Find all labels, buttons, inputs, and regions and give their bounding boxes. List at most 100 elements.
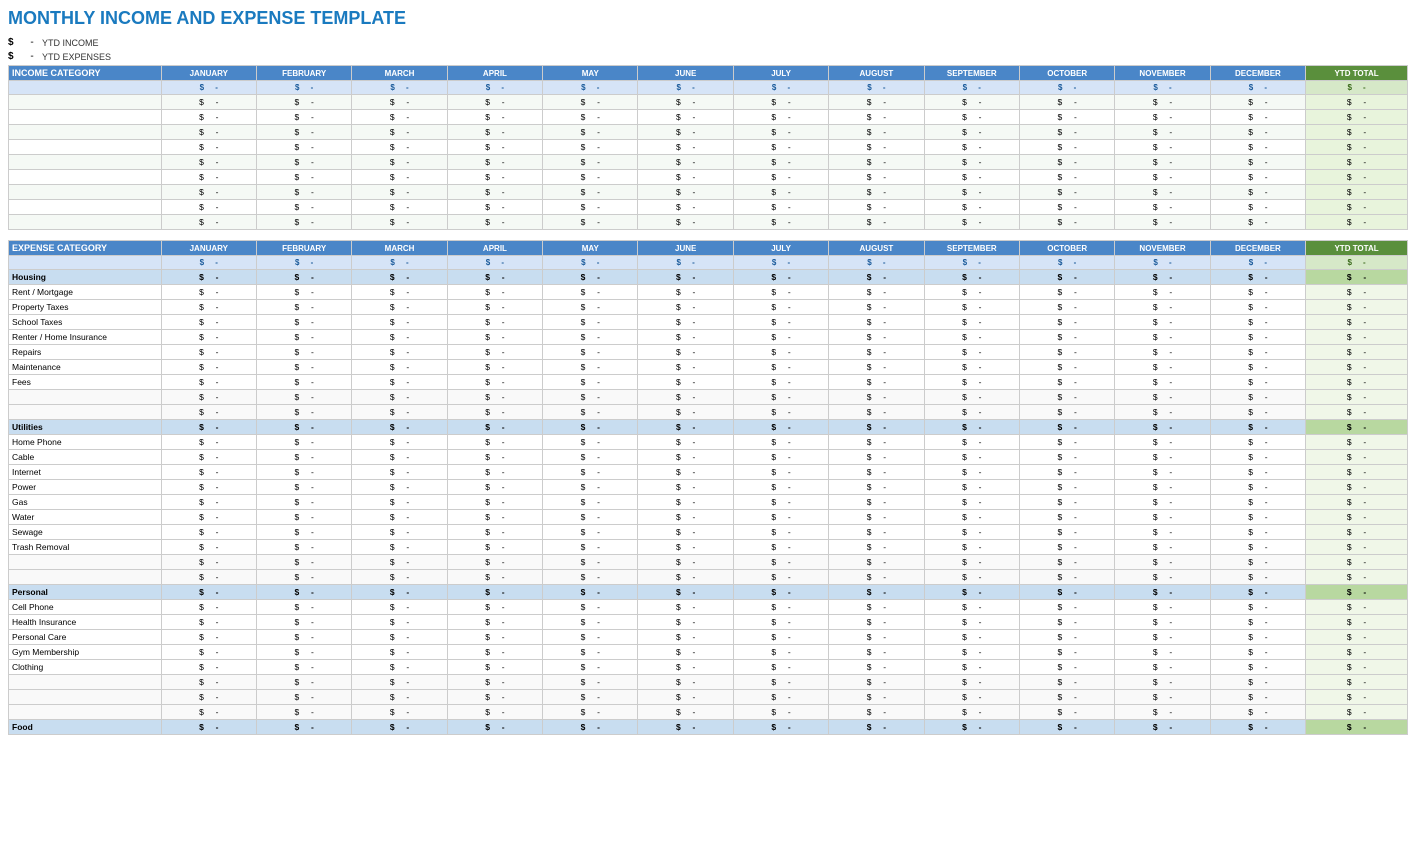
- income-cell-1-4[interactable]: $ -: [543, 110, 638, 125]
- expense-cell-5-11[interactable]: $ -: [1210, 360, 1305, 375]
- expense-cell-6-3[interactable]: $ -: [447, 375, 542, 390]
- expense-cell-22-10[interactable]: $ -: [1115, 645, 1210, 660]
- expense-cell-11-8[interactable]: $ -: [924, 465, 1019, 480]
- expense-cell-26-8[interactable]: $ -: [924, 705, 1019, 720]
- income-cell-7-11[interactable]: $ -: [1210, 200, 1305, 215]
- expense-label-20[interactable]: Health Insurance: [9, 615, 162, 630]
- income-cell-2-1[interactable]: $ -: [256, 125, 351, 140]
- expense-label-9[interactable]: Home Phone: [9, 435, 162, 450]
- expense-cell-25-5[interactable]: $ -: [638, 690, 733, 705]
- expense-cell-21-0[interactable]: $ -: [161, 630, 256, 645]
- expense-cell-15-2[interactable]: $ -: [352, 525, 447, 540]
- expense-cell-3-5[interactable]: $ -: [638, 330, 733, 345]
- income-cell-3-7[interactable]: $ -: [829, 140, 924, 155]
- income-cell-6-5[interactable]: $ -: [638, 185, 733, 200]
- expense-cell-13-8[interactable]: $ -: [924, 495, 1019, 510]
- expense-cell-12-0[interactable]: $ -: [161, 480, 256, 495]
- income-cell-5-2[interactable]: $ -: [352, 170, 447, 185]
- expense-cell-18-5[interactable]: $ -: [638, 570, 733, 585]
- expense-cell-23-1[interactable]: $ -: [256, 660, 351, 675]
- expense-cell-22-8[interactable]: $ -: [924, 645, 1019, 660]
- expense-cell-11-0[interactable]: $ -: [161, 465, 256, 480]
- expense-cell-0-10[interactable]: $ -: [1115, 285, 1210, 300]
- expense-cell-9-7[interactable]: $ -: [829, 435, 924, 450]
- expense-cell-21-10[interactable]: $ -: [1115, 630, 1210, 645]
- expense-cell-18-1[interactable]: $ -: [256, 570, 351, 585]
- expense-label-26[interactable]: [9, 705, 162, 720]
- expense-cell-14-1[interactable]: $ -: [256, 510, 351, 525]
- expense-cell-1-6[interactable]: $ -: [733, 300, 828, 315]
- income-cell-7-1[interactable]: $ -: [256, 200, 351, 215]
- expense-ytd-4[interactable]: $ -: [1306, 345, 1408, 360]
- expense-cell-22-4[interactable]: $ -: [543, 645, 638, 660]
- expense-cell-10-10[interactable]: $ -: [1115, 450, 1210, 465]
- expense-label-12[interactable]: Power: [9, 480, 162, 495]
- income-cell-1-6[interactable]: $ -: [733, 110, 828, 125]
- income-cell-6-6[interactable]: $ -: [733, 185, 828, 200]
- expense-cell-24-6[interactable]: $ -: [733, 675, 828, 690]
- expense-cell-17-8[interactable]: $ -: [924, 555, 1019, 570]
- expense-cell-10-7[interactable]: $ -: [829, 450, 924, 465]
- expense-cell-16-6[interactable]: $ -: [733, 540, 828, 555]
- expense-cell-23-7[interactable]: $ -: [829, 660, 924, 675]
- income-cell-1-2[interactable]: $ -: [352, 110, 447, 125]
- expense-label-25[interactable]: [9, 690, 162, 705]
- income-cell-2-4[interactable]: $ -: [543, 125, 638, 140]
- expense-cell-7-5[interactable]: $ -: [638, 390, 733, 405]
- expense-cell-14-3[interactable]: $ -: [447, 510, 542, 525]
- expense-cell-24-8[interactable]: $ -: [924, 675, 1019, 690]
- expense-cell-20-3[interactable]: $ -: [447, 615, 542, 630]
- expense-cell-0-4[interactable]: $ -: [543, 285, 638, 300]
- expense-cell-11-6[interactable]: $ -: [733, 465, 828, 480]
- expense-cell-12-11[interactable]: $ -: [1210, 480, 1305, 495]
- income-cell-0-1[interactable]: $ -: [256, 95, 351, 110]
- income-cell-8-2[interactable]: $ -: [352, 215, 447, 230]
- expense-cell-4-6[interactable]: $ -: [733, 345, 828, 360]
- income-cell-4-4[interactable]: $ -: [543, 155, 638, 170]
- expense-cell-16-0[interactable]: $ -: [161, 540, 256, 555]
- income-cell-1-11[interactable]: $ -: [1210, 110, 1305, 125]
- income-cell-4-5[interactable]: $ -: [638, 155, 733, 170]
- income-row-label-7[interactable]: [9, 200, 162, 215]
- expense-cell-20-9[interactable]: $ -: [1019, 615, 1114, 630]
- expense-cell-24-3[interactable]: $ -: [447, 675, 542, 690]
- expense-cell-9-6[interactable]: $ -: [733, 435, 828, 450]
- income-cell-0-4[interactable]: $ -: [543, 95, 638, 110]
- expense-ytd-6[interactable]: $ -: [1306, 375, 1408, 390]
- expense-cell-4-4[interactable]: $ -: [543, 345, 638, 360]
- expense-cell-20-11[interactable]: $ -: [1210, 615, 1305, 630]
- expense-ytd-17[interactable]: $ -: [1306, 555, 1408, 570]
- expense-cell-19-6[interactable]: $ -: [733, 600, 828, 615]
- income-cell-4-2[interactable]: $ -: [352, 155, 447, 170]
- income-cell-7-6[interactable]: $ -: [733, 200, 828, 215]
- expense-cell-13-9[interactable]: $ -: [1019, 495, 1114, 510]
- expense-cell-25-3[interactable]: $ -: [447, 690, 542, 705]
- expense-cell-6-6[interactable]: $ -: [733, 375, 828, 390]
- expense-cell-1-7[interactable]: $ -: [829, 300, 924, 315]
- expense-cell-19-3[interactable]: $ -: [447, 600, 542, 615]
- expense-cell-8-2[interactable]: $ -: [352, 405, 447, 420]
- expense-cell-25-0[interactable]: $ -: [161, 690, 256, 705]
- income-cell-7-7[interactable]: $ -: [829, 200, 924, 215]
- expense-label-13[interactable]: Gas: [9, 495, 162, 510]
- expense-cell-11-2[interactable]: $ -: [352, 465, 447, 480]
- expense-cell-19-10[interactable]: $ -: [1115, 600, 1210, 615]
- expense-cell-2-1[interactable]: $ -: [256, 315, 351, 330]
- income-cell-7-10[interactable]: $ -: [1115, 200, 1210, 215]
- expense-cell-0-7[interactable]: $ -: [829, 285, 924, 300]
- expense-cell-1-5[interactable]: $ -: [638, 300, 733, 315]
- expense-cell-8-5[interactable]: $ -: [638, 405, 733, 420]
- expense-cell-0-6[interactable]: $ -: [733, 285, 828, 300]
- income-cell-5-11[interactable]: $ -: [1210, 170, 1305, 185]
- expense-cell-12-9[interactable]: $ -: [1019, 480, 1114, 495]
- expense-cell-10-3[interactable]: $ -: [447, 450, 542, 465]
- expense-cell-12-4[interactable]: $ -: [543, 480, 638, 495]
- expense-cell-24-2[interactable]: $ -: [352, 675, 447, 690]
- income-cell-0-10[interactable]: $ -: [1115, 95, 1210, 110]
- expense-cell-25-9[interactable]: $ -: [1019, 690, 1114, 705]
- expense-cell-6-10[interactable]: $ -: [1115, 375, 1210, 390]
- expense-cell-20-2[interactable]: $ -: [352, 615, 447, 630]
- expense-ytd-9[interactable]: $ -: [1306, 435, 1408, 450]
- income-cell-1-8[interactable]: $ -: [924, 110, 1019, 125]
- expense-cell-23-3[interactable]: $ -: [447, 660, 542, 675]
